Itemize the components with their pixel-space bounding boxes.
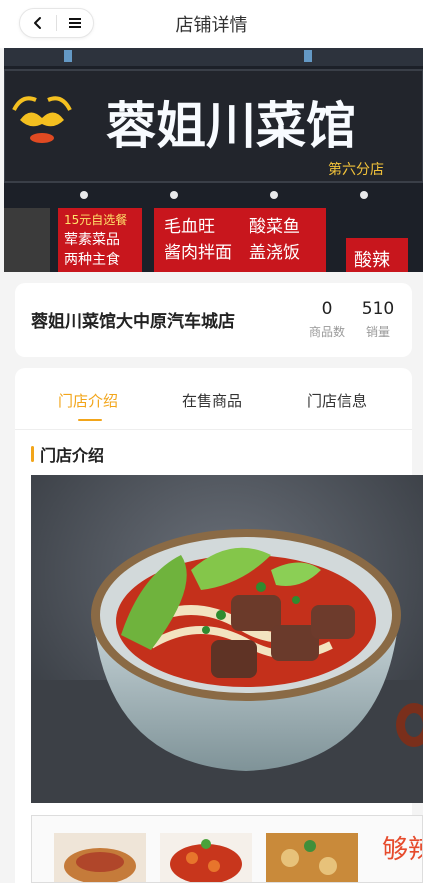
svg-text:盖浇饭: 盖浇饭	[249, 243, 300, 263]
store-name: 蓉姐川菜馆大中原汽车城店	[31, 312, 235, 332]
svg-text:酱肉拌面: 酱肉拌面	[164, 243, 232, 263]
store-info-card: 蓉姐川菜馆大中原汽车城店 0 商品数 510 销量	[15, 283, 412, 357]
top-nav-bar: 店铺详情	[0, 0, 423, 48]
tab-products-on-sale[interactable]: 在售商品	[182, 390, 242, 411]
sign-text: 蓉姐川菜馆	[106, 97, 356, 155]
dish-thumbnail	[54, 833, 146, 882]
slogan-text: 够辣	[382, 835, 423, 865]
store-intro-photo	[31, 475, 423, 803]
svg-text:荤素菜品: 荤素菜品	[64, 232, 120, 248]
stat-value: 510	[361, 299, 395, 319]
tab-store-info[interactable]: 门店信息	[307, 390, 367, 411]
stat-label: 商品数	[308, 325, 345, 339]
svg-text:15元自选餐: 15元自选餐	[64, 212, 127, 227]
dish-thumbnail	[160, 833, 252, 882]
store-banner-image: 蓉姐川菜馆 第六分店 15元自选餐 荤素菜品 两种主食 毛血旺 酸菜鱼 酱肉拌面…	[4, 48, 423, 272]
svg-text:两种主食: 两种主食	[64, 251, 120, 268]
tab-bar: 门店介绍 在售商品 门店信息	[15, 368, 412, 430]
stat-value: 0	[321, 299, 333, 319]
section-accent-bar	[31, 446, 34, 462]
dish-thumbnail-strip: 够辣	[31, 815, 423, 883]
section-title-text: 门店介绍	[40, 446, 105, 465]
stat-products: 0 商品数	[302, 299, 352, 340]
branch-text: 第六分店	[328, 161, 384, 178]
stat-label: 销量	[365, 325, 390, 339]
tab-store-intro[interactable]: 门店介绍	[58, 390, 118, 411]
section-title: 门店介绍	[31, 442, 104, 466]
page-title: 店铺详情	[175, 15, 248, 36]
svg-text:酸辣: 酸辣	[354, 250, 390, 271]
svg-text:毛血旺: 毛血旺	[164, 217, 215, 237]
svg-text:酸菜鱼: 酸菜鱼	[249, 217, 300, 237]
active-tab-indicator	[78, 419, 102, 421]
dish-thumbnail	[266, 833, 358, 882]
stat-sales: 510 销量	[353, 299, 403, 340]
